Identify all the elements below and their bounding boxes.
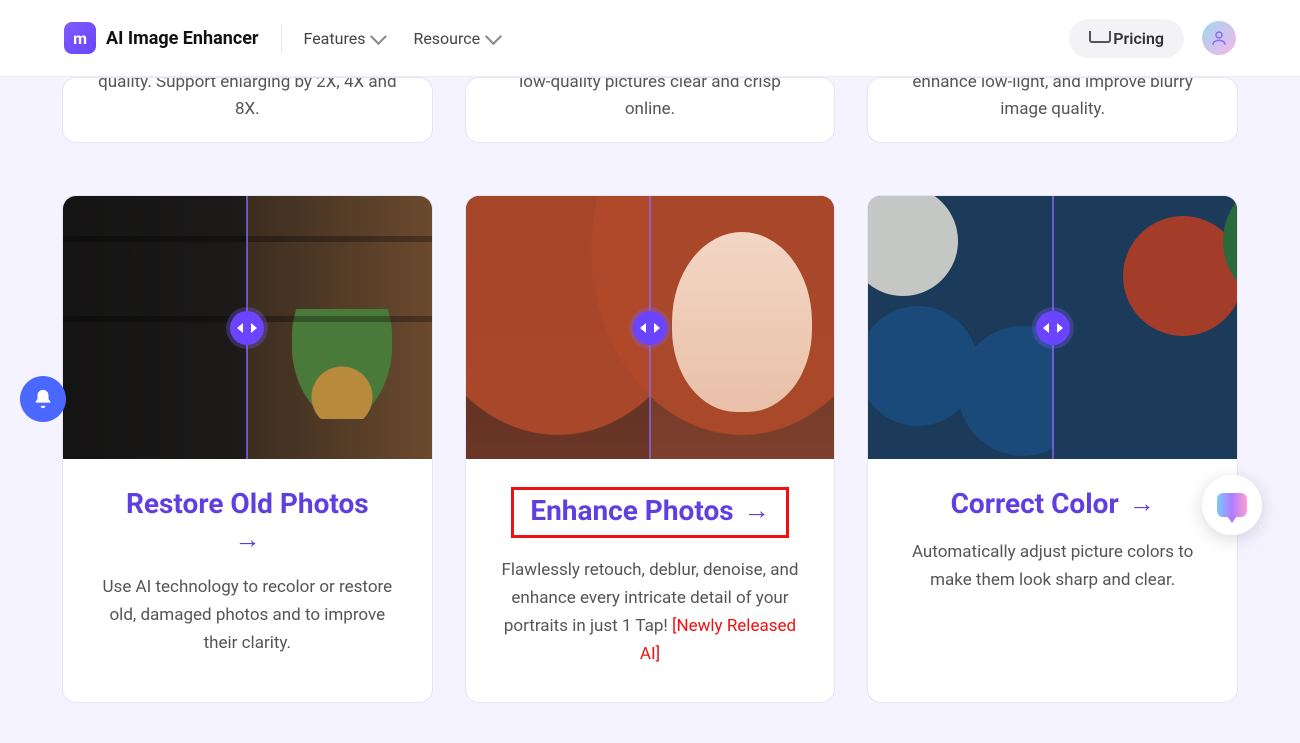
- logo[interactable]: m AI Image Enhancer: [64, 22, 259, 54]
- card-partial-3-text: enhance low-light, and improve blurry im…: [898, 77, 1207, 123]
- card-restore-old-photos: Restore Old Photos → Use AI technology t…: [62, 195, 433, 703]
- app-name: AI Image Enhancer: [106, 28, 259, 49]
- nav-features-label: Features: [304, 29, 366, 48]
- chevron-down-icon: [370, 28, 387, 45]
- restore-title-text: Restore Old Photos: [126, 487, 369, 520]
- card-partial-1: quality. Support enlarging by 2X, 4X and…: [62, 77, 433, 143]
- bell-icon: [32, 388, 54, 410]
- plant-graphic: [292, 309, 392, 419]
- chevron-down-icon: [485, 28, 502, 45]
- card-restore-body: Restore Old Photos → Use AI technology t…: [63, 459, 432, 702]
- page-content: quality. Support enlarging by 2X, 4X and…: [0, 77, 1300, 743]
- nav-resource[interactable]: Resource: [413, 29, 498, 48]
- card-enhance-title-wrap: Enhance Photos →: [511, 487, 788, 538]
- divider: [281, 24, 282, 52]
- enhance-title-text: Enhance Photos: [530, 494, 733, 527]
- correct-color-link[interactable]: Correct Color →: [951, 487, 1155, 520]
- chat-icon: [1217, 493, 1247, 517]
- arrow-right-icon: →: [744, 495, 770, 526]
- card-color-body: Correct Color → Automatically adjust pic…: [868, 459, 1237, 702]
- logo-icon: m: [64, 22, 96, 54]
- card-partial-1-text: quality. Support enlarging by 2X, 4X and…: [93, 77, 402, 123]
- card-enhance-body: Enhance Photos → Flawlessly retouch, deb…: [466, 459, 835, 702]
- arrow-right-icon: →: [234, 524, 260, 555]
- image-before: [868, 196, 1052, 459]
- card-enhance-photos: Enhance Photos → Flawlessly retouch, deb…: [465, 195, 836, 703]
- card-partial-2: low-quality pictures clear and crisp onl…: [465, 77, 836, 143]
- color-desc: Automatically adjust picture colors to m…: [896, 538, 1209, 594]
- notifications-button[interactable]: [20, 376, 66, 422]
- restore-desc: Use AI technology to recolor or restore …: [91, 573, 404, 657]
- card-enhance-image[interactable]: [466, 196, 835, 459]
- nav-resource-label: Resource: [413, 29, 480, 48]
- pricing-label: Pricing: [1113, 29, 1164, 48]
- arrow-right-icon: →: [1129, 488, 1155, 519]
- face-graphic: [672, 232, 812, 412]
- image-after: [247, 196, 431, 459]
- user-icon: [1210, 29, 1228, 47]
- card-restore-title-wrap: Restore Old Photos →: [91, 487, 404, 555]
- card-partial-2-text: low-quality pictures clear and crisp onl…: [496, 77, 805, 123]
- card-color-image[interactable]: [868, 196, 1237, 459]
- cart-icon: [1089, 31, 1107, 45]
- pricing-button[interactable]: Pricing: [1069, 19, 1184, 58]
- nav-features[interactable]: Features: [304, 29, 384, 48]
- avatar[interactable]: [1202, 21, 1236, 55]
- restore-old-photos-link[interactable]: Restore Old Photos →: [126, 487, 369, 555]
- app-header: m AI Image Enhancer Features Resource Pr…: [0, 0, 1300, 77]
- main-nav: Features Resource: [304, 29, 499, 48]
- chat-support-button[interactable]: [1202, 475, 1262, 535]
- compare-slider-handle-icon[interactable]: [1036, 311, 1070, 345]
- card-correct-color: Correct Color → Automatically adjust pic…: [867, 195, 1238, 703]
- compare-slider-handle-icon[interactable]: [633, 311, 667, 345]
- enhance-photos-link[interactable]: Enhance Photos →: [530, 494, 769, 527]
- card-restore-image[interactable]: [63, 196, 432, 459]
- enhance-desc: Flawlessly retouch, deblur, denoise, and…: [494, 556, 807, 668]
- card-partial-3: enhance low-light, and improve blurry im…: [867, 77, 1238, 143]
- image-after: [650, 196, 834, 459]
- compare-slider-handle-icon[interactable]: [230, 311, 264, 345]
- image-before: [63, 196, 247, 459]
- image-after: [1053, 196, 1237, 459]
- feature-cards-row: Restore Old Photos → Use AI technology t…: [62, 195, 1238, 703]
- header-right: Pricing: [1069, 19, 1236, 58]
- feature-cards-top-partial: quality. Support enlarging by 2X, 4X and…: [62, 77, 1238, 143]
- color-title-text: Correct Color: [951, 487, 1119, 520]
- card-color-title-wrap: Correct Color →: [896, 487, 1209, 520]
